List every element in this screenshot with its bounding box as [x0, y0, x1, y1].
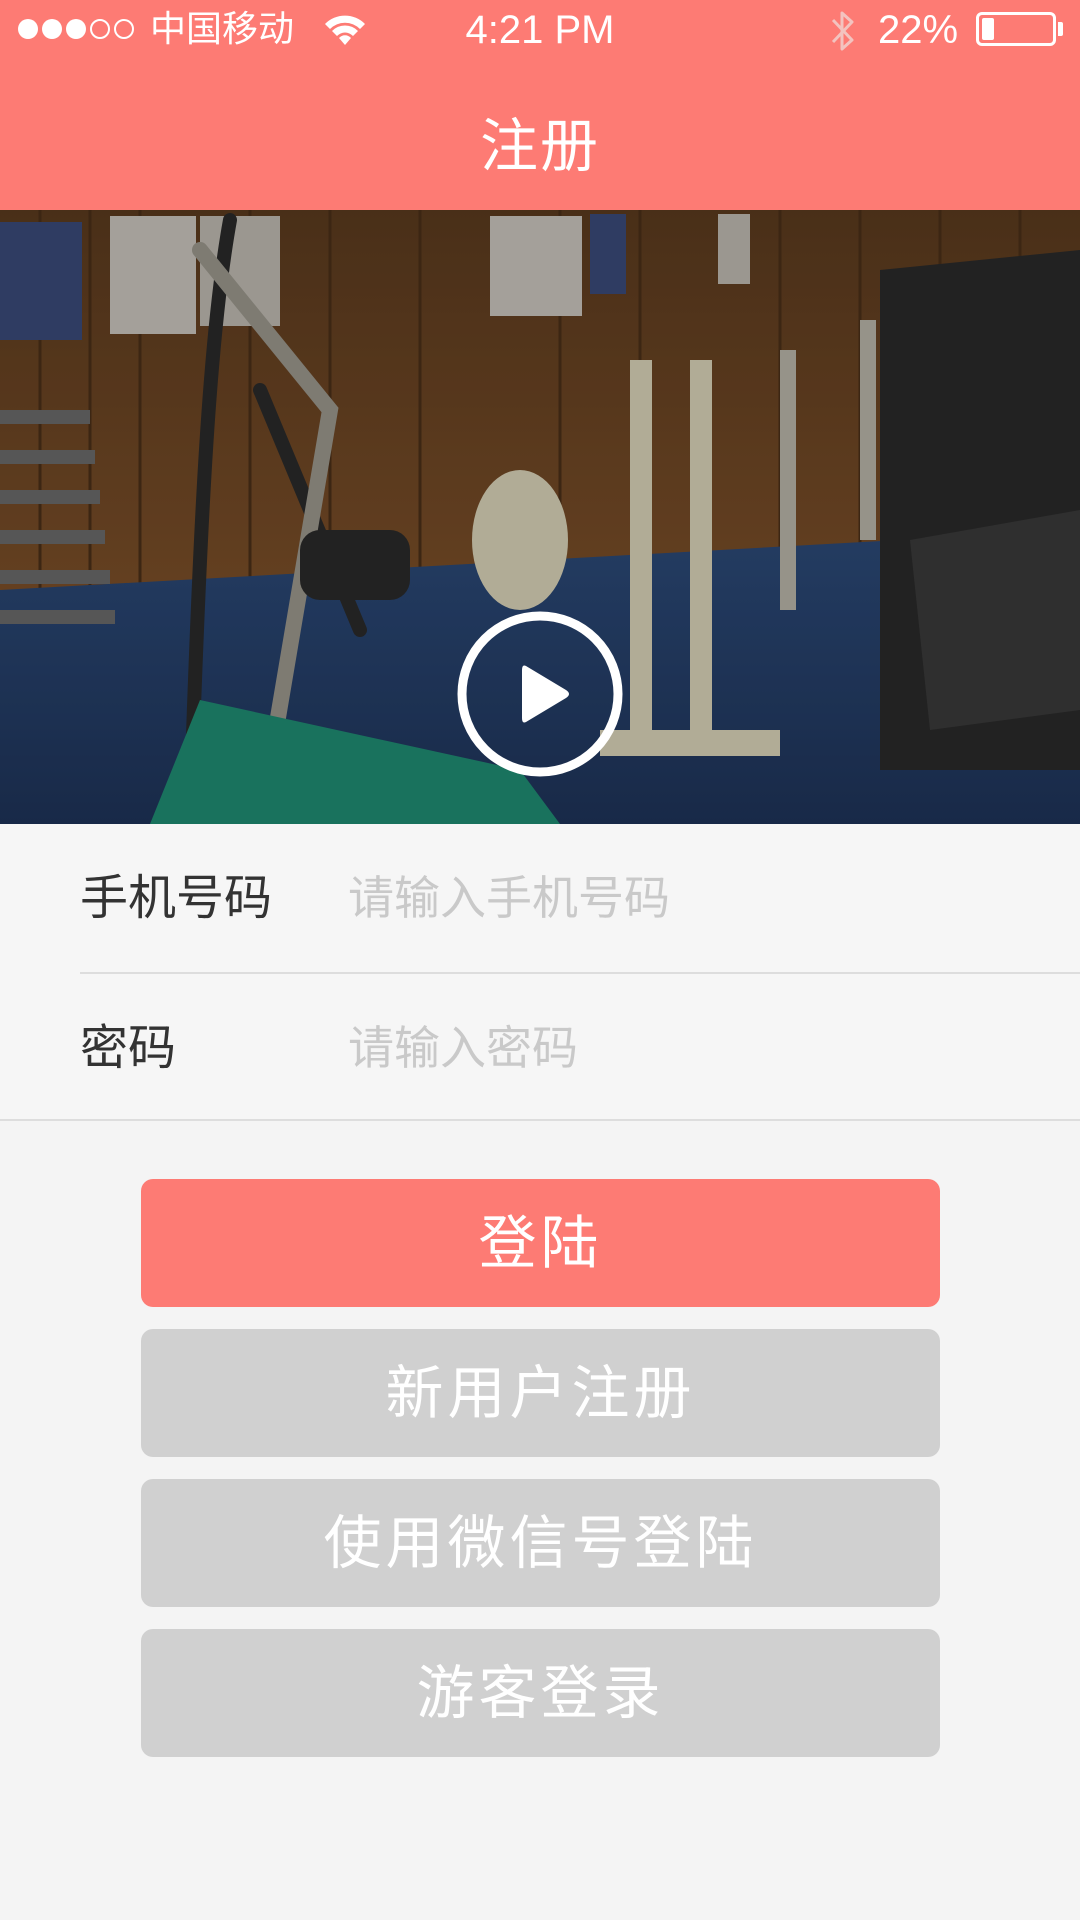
battery-level [982, 18, 994, 40]
phone-input[interactable] [348, 858, 1028, 938]
app-header: 中国移动 4:21 PM 22% 注册 [0, 0, 1080, 210]
video-banner[interactable] [0, 210, 1080, 824]
play-circle-icon[interactable] [456, 610, 624, 778]
battery-tip [1058, 22, 1063, 36]
status-bar: 中国移动 4:21 PM 22% [0, 0, 1080, 60]
login-form: 手机号码 密码 [0, 824, 1080, 1120]
battery-percent: 22% [878, 8, 959, 52]
register-button[interactable]: 新用户注册 [141, 1329, 940, 1457]
battery-icon [976, 12, 1056, 46]
phone-row: 手机号码 [0, 824, 1080, 974]
password-label: 密码 [80, 1020, 177, 1076]
page-title: 注册 [479, 112, 600, 180]
login-button[interactable]: 登陆 [141, 1179, 940, 1307]
password-input[interactable] [348, 1008, 1028, 1088]
wechat-login-button[interactable]: 使用微信号登陆 [141, 1479, 940, 1607]
password-row: 密码 [0, 974, 1080, 1122]
guest-login-button[interactable]: 游客登录 [141, 1629, 940, 1757]
phone-label: 手机号码 [80, 870, 273, 926]
bluetooth-icon [831, 11, 854, 51]
form-bottom-divider [0, 1119, 1080, 1121]
